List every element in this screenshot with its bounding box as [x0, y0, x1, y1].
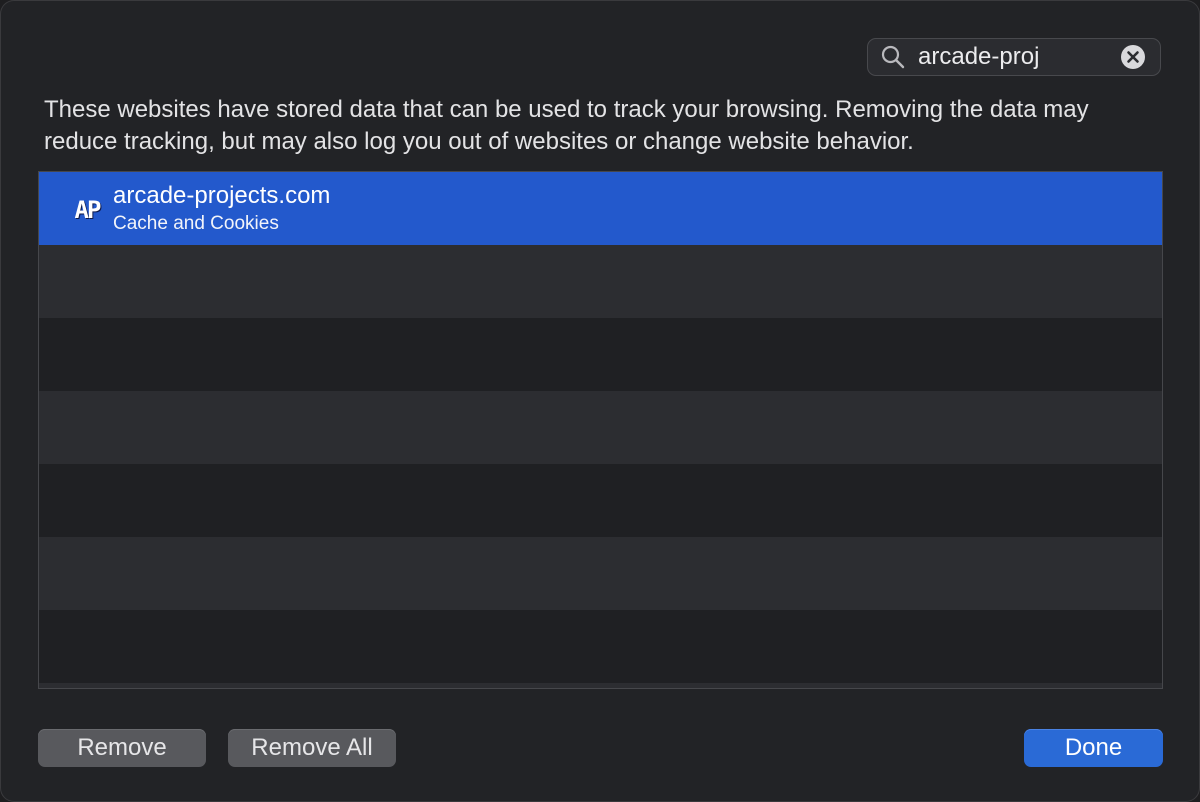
empty-row [39, 318, 1162, 391]
remove-button[interactable]: Remove [38, 729, 206, 767]
empty-row [39, 683, 1162, 688]
clear-search-icon[interactable] [1120, 44, 1146, 70]
manage-website-data-sheet: These websites have stored data that can… [0, 0, 1200, 802]
search-field[interactable] [867, 38, 1161, 76]
search-input[interactable] [906, 40, 1120, 74]
done-button[interactable]: Done [1024, 729, 1163, 767]
list-item[interactable]: AP AP arcade-projects.com Cache and Cook… [39, 172, 1162, 245]
site-text: arcade-projects.com Cache and Cookies [113, 181, 330, 237]
search-icon [880, 44, 906, 70]
remove-all-button[interactable]: Remove All [228, 729, 396, 767]
empty-row [39, 537, 1162, 610]
description-text: These websites have stored data that can… [44, 96, 1089, 155]
website-data-list[interactable]: AP AP arcade-projects.com Cache and Cook… [38, 171, 1163, 689]
empty-row [39, 610, 1162, 683]
site-data-types: Cache and Cookies [113, 212, 279, 234]
empty-row [39, 391, 1162, 464]
ap-site-icon: AP AP [69, 190, 105, 227]
empty-row [39, 245, 1162, 318]
svg-text:AP: AP [75, 196, 101, 224]
site-domain: arcade-projects.com [113, 181, 331, 209]
empty-row [39, 464, 1162, 537]
